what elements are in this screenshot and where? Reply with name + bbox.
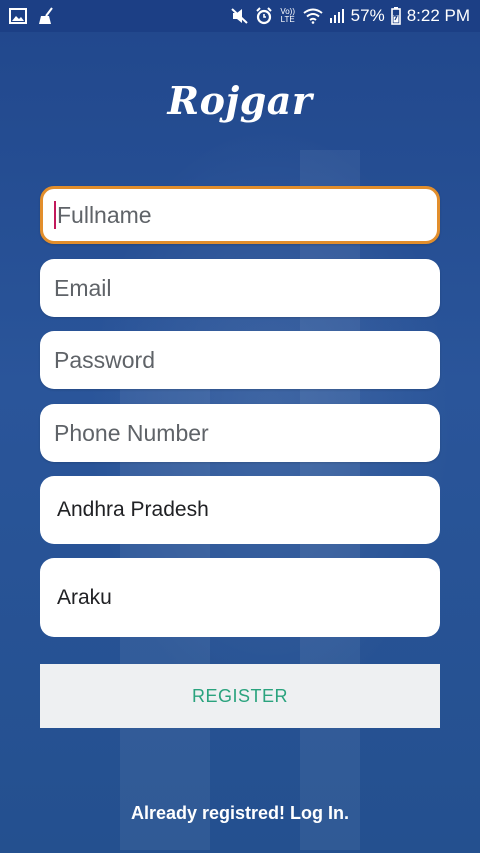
fullname-input[interactable]: Fullname xyxy=(40,186,440,244)
password-placeholder: Password xyxy=(54,346,155,373)
state-dropdown[interactable]: Andhra Pradesh xyxy=(40,476,440,544)
phone-placeholder: Phone Number xyxy=(54,419,209,446)
network-badge: Vo)) LTE xyxy=(280,7,295,24)
broom-icon xyxy=(37,7,57,25)
app-logo: Rojgar xyxy=(167,78,313,123)
text-cursor xyxy=(54,201,56,229)
state-value: Andhra Pradesh xyxy=(57,498,209,521)
city-dropdown[interactable]: Araku xyxy=(40,558,440,637)
register-label: REGISTER xyxy=(191,685,288,706)
mute-icon xyxy=(230,8,249,24)
signal-icon xyxy=(329,9,345,23)
register-button[interactable]: REGISTER xyxy=(40,664,440,728)
image-icon xyxy=(9,8,27,24)
city-value: Araku xyxy=(57,585,112,609)
battery-icon xyxy=(390,7,401,25)
alarm-icon xyxy=(255,7,273,25)
volte-lte-icon: Vo)) LTE xyxy=(279,8,297,24)
status-time: 8:22 PM xyxy=(406,6,470,25)
status-bar: Vo)) LTE 57% 8:22 PM xyxy=(0,0,480,32)
battery-percent: 57% xyxy=(350,6,385,25)
email-input[interactable]: Email xyxy=(40,259,440,317)
email-placeholder: Email xyxy=(54,274,112,301)
fullname-placeholder: Fullname xyxy=(57,201,152,228)
phone-number-input[interactable]: Phone Number xyxy=(40,404,440,462)
password-input[interactable]: Password xyxy=(40,331,440,389)
wifi-icon xyxy=(303,8,323,24)
login-link[interactable]: Already registred! Log In. xyxy=(0,803,480,824)
